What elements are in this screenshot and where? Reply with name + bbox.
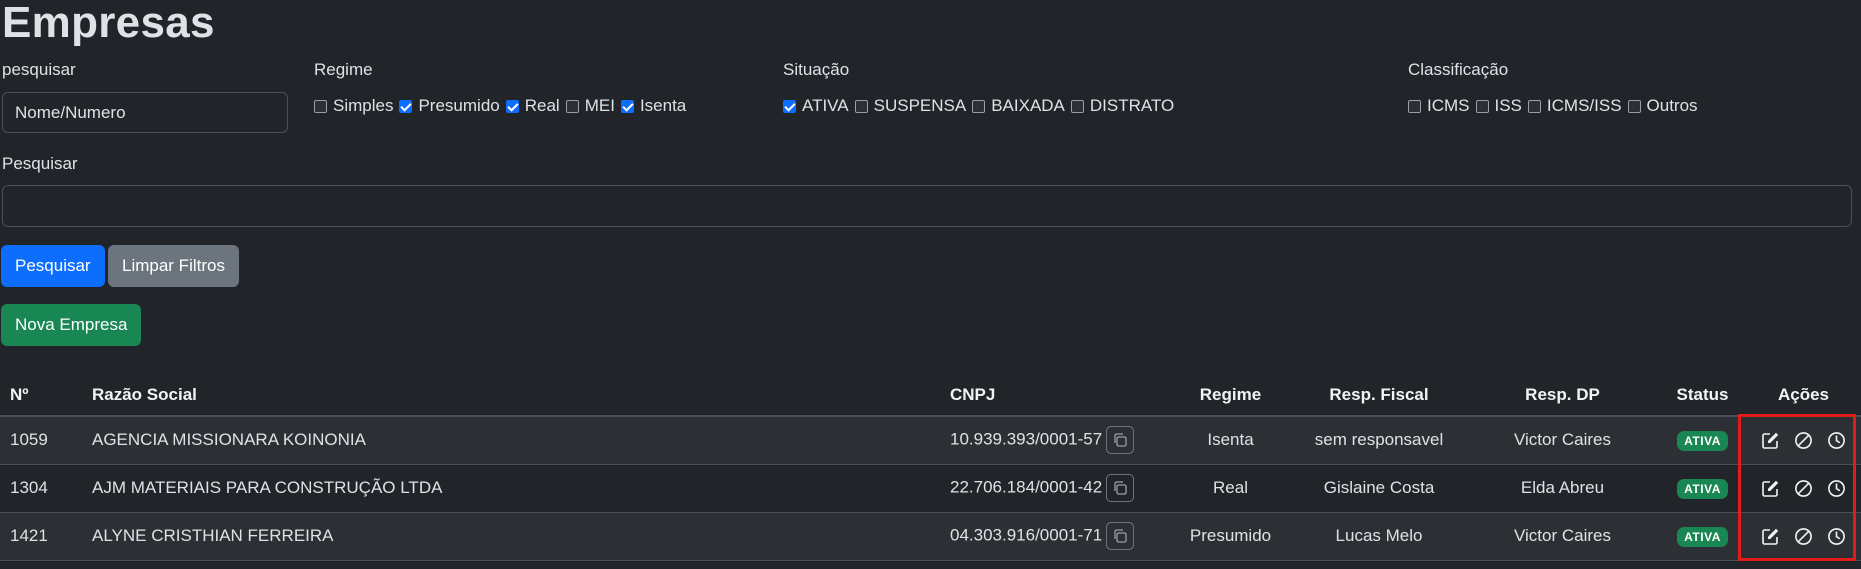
status-badge: ATIVA <box>1677 430 1728 451</box>
search-input[interactable] <box>2 92 288 133</box>
page-title: Empresas <box>2 0 215 47</box>
checkbox[interactable] <box>783 99 796 113</box>
regime-option-simples[interactable]: Simples <box>314 96 393 116</box>
regime-option-presumido[interactable]: Presumido <box>399 96 500 116</box>
situacao-label: Situação <box>783 60 850 79</box>
situacao-option-suspensa[interactable]: SUSPENSA <box>854 96 966 116</box>
checkbox[interactable] <box>620 99 634 113</box>
status-badge: ATIVA <box>1677 478 1728 499</box>
regime-option-mei[interactable]: MEI <box>565 96 615 116</box>
regime-option-real[interactable]: Real <box>505 96 560 116</box>
table-row: 1059 AGENCIA MISSIONARA KOINONIA 10.939.… <box>0 416 1861 465</box>
cell-num: 1059 <box>0 416 82 465</box>
col-header-cnpj: CNPJ <box>940 374 1169 417</box>
checkbox[interactable] <box>314 99 327 113</box>
col-header-regime: Regime <box>1169 374 1292 417</box>
checkbox[interactable] <box>854 99 868 113</box>
classificacao-checkbox-group: ICMS ISS ICMS/ISS Outros <box>1408 96 1704 116</box>
companies-table: Nº Razão Social CNPJ Regime Resp. Fiscal… <box>0 374 1861 561</box>
cell-regime: Isenta <box>1169 416 1292 465</box>
col-header-num: Nº <box>0 374 82 417</box>
cell-regime: Real <box>1169 464 1292 513</box>
classificacao-option-icms-iss[interactable]: ICMS/ISS <box>1527 96 1622 116</box>
cell-resp-dp: Victor Caires <box>1466 416 1659 465</box>
checkbox[interactable] <box>399 99 413 113</box>
cell-num: 1304 <box>0 464 82 513</box>
pesquisar-label: Pesquisar <box>2 154 78 173</box>
clear-filters-button[interactable]: Limpar Filtros <box>108 245 239 287</box>
checkbox[interactable] <box>1070 99 1084 113</box>
cell-num: 1421 <box>0 512 82 561</box>
checkbox[interactable] <box>505 99 519 113</box>
table-header-row: Nº Razão Social CNPJ Regime Resp. Fiscal… <box>0 374 1861 417</box>
cell-resp-fiscal: Gislaine Costa <box>1292 464 1466 513</box>
col-header-resp-dp: Resp. DP <box>1466 374 1659 417</box>
table-row: 1304 AJM MATERIAIS PARA CONSTRUÇÃO LTDA … <box>0 464 1861 513</box>
cell-cnpj: 04.303.916/0001-71 <box>940 512 1169 561</box>
cnpj-text: 10.939.393/0001-57 <box>950 429 1103 449</box>
checkbox[interactable] <box>1408 99 1421 113</box>
cell-status: ATIVA <box>1659 416 1746 465</box>
status-badge: ATIVA <box>1677 526 1728 547</box>
actions-highlight-box <box>1738 414 1856 561</box>
copy-cnpj-button[interactable] <box>1106 474 1135 502</box>
cnpj-text: 22.706.184/0001-42 <box>950 477 1103 497</box>
classificacao-option-icms[interactable]: ICMS <box>1408 96 1470 116</box>
cell-resp-dp: Victor Caires <box>1466 512 1659 561</box>
table-row: 1421 ALYNE CRISTHIAN FERREIRA 04.303.916… <box>0 512 1861 561</box>
checkbox[interactable] <box>1627 99 1641 113</box>
cell-resp-dp: Elda Abreu <box>1466 464 1659 513</box>
col-header-acoes: Ações <box>1746 374 1861 417</box>
copy-cnpj-button[interactable] <box>1106 426 1135 455</box>
regime-checkbox-group: Simples Presumido Real MEI Isenta <box>314 96 692 116</box>
checkbox[interactable] <box>1475 99 1489 113</box>
cell-status: ATIVA <box>1659 512 1746 561</box>
situacao-checkbox-group: ATIVA SUSPENSA BAIXADA DISTRATO <box>783 96 1180 116</box>
cell-regime: Presumido <box>1169 512 1292 561</box>
cell-resp-fiscal: sem responsavel <box>1292 416 1466 465</box>
checkbox[interactable] <box>972 99 986 113</box>
classificacao-label: Classificação <box>1408 60 1509 79</box>
pesquisar-input[interactable] <box>2 185 1852 227</box>
search-button[interactable]: Pesquisar <box>1 245 105 287</box>
copy-icon <box>1114 433 1127 447</box>
copy-icon <box>1114 481 1127 495</box>
new-company-button[interactable]: Nova Empresa <box>1 304 142 346</box>
situacao-option-baixada[interactable]: BAIXADA <box>972 96 1065 116</box>
cnpj-text: 04.303.916/0001-71 <box>950 525 1103 545</box>
cell-status: ATIVA <box>1659 464 1746 513</box>
search-label: pesquisar <box>2 60 76 79</box>
classificacao-option-iss[interactable]: ISS <box>1475 96 1522 116</box>
checkbox[interactable] <box>565 99 579 113</box>
cell-razao-social: ALYNE CRISTHIAN FERREIRA <box>82 512 940 561</box>
col-header-resp-fiscal: Resp. Fiscal <box>1292 374 1466 417</box>
cell-razao-social: AJM MATERIAIS PARA CONSTRUÇÃO LTDA <box>82 464 940 513</box>
cell-cnpj: 10.939.393/0001-57 <box>940 416 1169 465</box>
cell-cnpj: 22.706.184/0001-42 <box>940 464 1169 513</box>
col-header-razao-social: Razão Social <box>82 374 940 417</box>
situacao-option-ativa[interactable]: ATIVA <box>783 96 849 116</box>
col-header-status: Status <box>1659 374 1746 417</box>
cell-resp-fiscal: Lucas Melo <box>1292 512 1466 561</box>
situacao-option-distrato[interactable]: DISTRATO <box>1070 96 1174 116</box>
cell-razao-social: AGENCIA MISSIONARA KOINONIA <box>82 416 940 465</box>
regime-label: Regime <box>314 60 373 79</box>
checkbox[interactable] <box>1527 99 1541 113</box>
regime-option-isenta[interactable]: Isenta <box>620 96 686 116</box>
classificacao-option-outros[interactable]: Outros <box>1627 96 1698 116</box>
copy-icon <box>1114 529 1127 543</box>
copy-cnpj-button[interactable] <box>1106 522 1135 550</box>
